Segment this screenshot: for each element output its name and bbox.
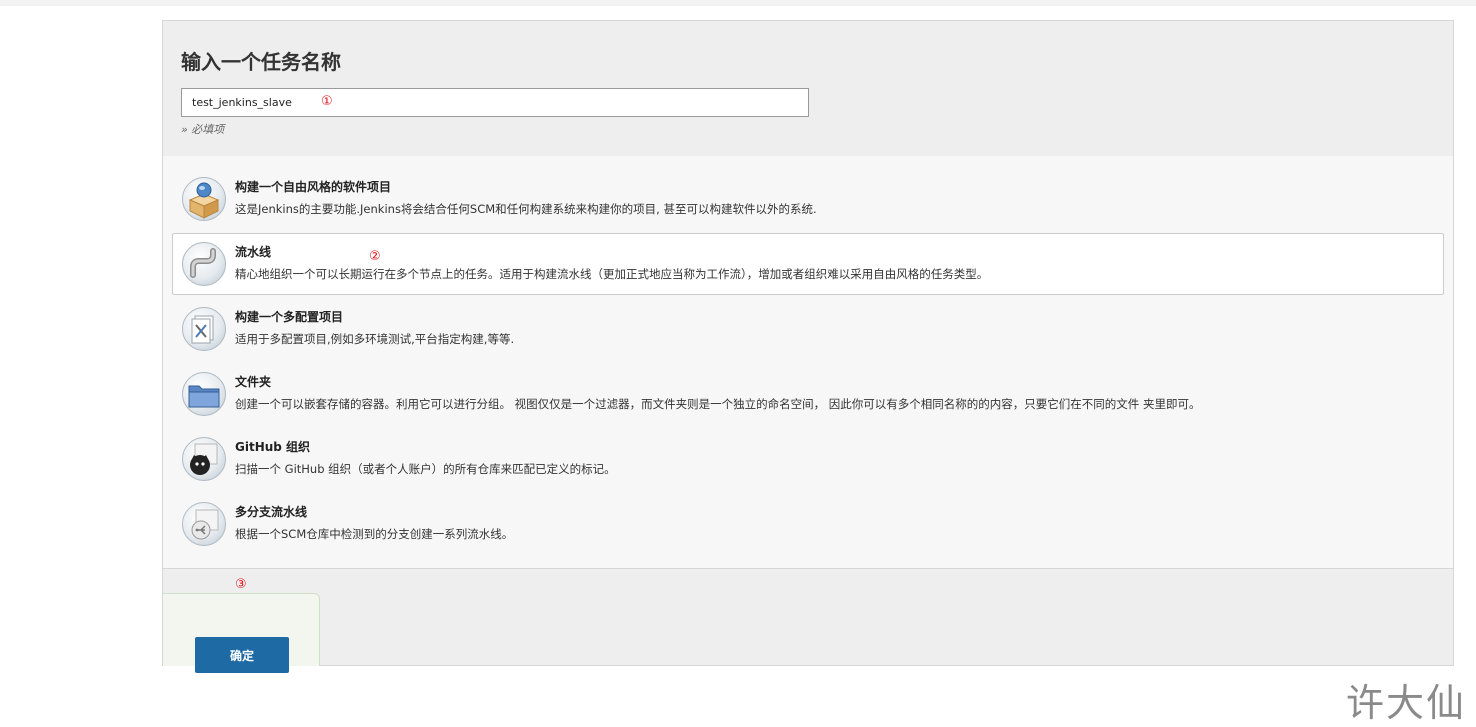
annotation-1: ① [321, 94, 333, 109]
required-hint: » 必填项 [181, 123, 225, 136]
item-type-github-org[interactable]: GitHub 组织 扫描一个 GitHub 组织（或者个人账户）的所有仓库来匹配… [172, 428, 1444, 490]
github-icon [182, 437, 226, 481]
item-type-folder[interactable]: 文件夹 创建一个可以嵌套存储的容器。利用它可以进行分组。 视图仅仅是一个过滤器，… [172, 363, 1444, 425]
item-description: 这是Jenkins的主要功能.Jenkins将会结合任何SCM和任何构建系统来构… [235, 202, 817, 216]
multiconfig-icon [182, 307, 226, 351]
freestyle-box-icon [182, 177, 226, 221]
item-description: 根据一个SCM仓库中检测到的分支创建一系列流水线。 [235, 527, 514, 541]
item-description: 适用于多配置项目,例如多环境测试,平台指定构建,等等. [235, 332, 515, 346]
item-description: 精心地组织一个可以长期运行在多个节点上的任务。适用于构建流水线（更加正式地应当称… [235, 267, 989, 281]
item-name-input[interactable] [181, 88, 809, 117]
pipeline-icon [182, 242, 226, 286]
item-title: 流水线 [235, 245, 272, 259]
item-name-section: 输入一个任务名称 ① » 必填项 [163, 21, 1453, 157]
item-description: 创建一个可以嵌套存储的容器。利用它可以进行分组。 视图仅仅是一个过滤器，而文件夹… [235, 397, 1201, 411]
item-description: 扫描一个 GitHub 组织（或者个人账户）的所有仓库来匹配已定义的标记。 [235, 462, 616, 476]
ok-button[interactable]: 确定 [195, 637, 289, 673]
page-title: 输入一个任务名称 [181, 50, 341, 74]
item-title: 多分支流水线 [235, 505, 308, 519]
item-title: 文件夹 [235, 375, 272, 389]
annotation-3: ③ [235, 577, 247, 592]
item-type-pipeline[interactable]: 流水线 ② 精心地组织一个可以长期运行在多个节点上的任务。适用于构建流水线（更加… [172, 233, 1444, 295]
top-strip [0, 0, 1476, 6]
item-title: GitHub 组织 [235, 440, 311, 454]
item-type-list: 构建一个自由风格的软件项目 这是Jenkins的主要功能.Jenkins将会结合… [163, 156, 1453, 569]
folder-icon [182, 372, 226, 416]
new-item-panel: 输入一个任务名称 ① » 必填项 构建一个自由风格的软件项目 这是Jenkins… [162, 20, 1454, 673]
item-type-multiconfig[interactable]: 构建一个多配置项目 适用于多配置项目,例如多环境测试,平台指定构建,等等. [172, 298, 1444, 360]
watermark-text: 许大仙 [1346, 681, 1467, 725]
item-title: 构建一个自由风格的软件项目 [235, 180, 392, 194]
item-title: 构建一个多配置项目 [235, 310, 344, 324]
annotation-2: ② [369, 249, 381, 264]
footer-bar: ③ 确定 [163, 569, 1453, 673]
item-type-freestyle[interactable]: 构建一个自由风格的软件项目 这是Jenkins的主要功能.Jenkins将会结合… [172, 168, 1444, 230]
item-type-multibranch[interactable]: 多分支流水线 根据一个SCM仓库中检测到的分支创建一系列流水线。 [172, 493, 1444, 555]
ok-button-area: 确定 [163, 593, 320, 673]
multibranch-icon [182, 502, 226, 546]
